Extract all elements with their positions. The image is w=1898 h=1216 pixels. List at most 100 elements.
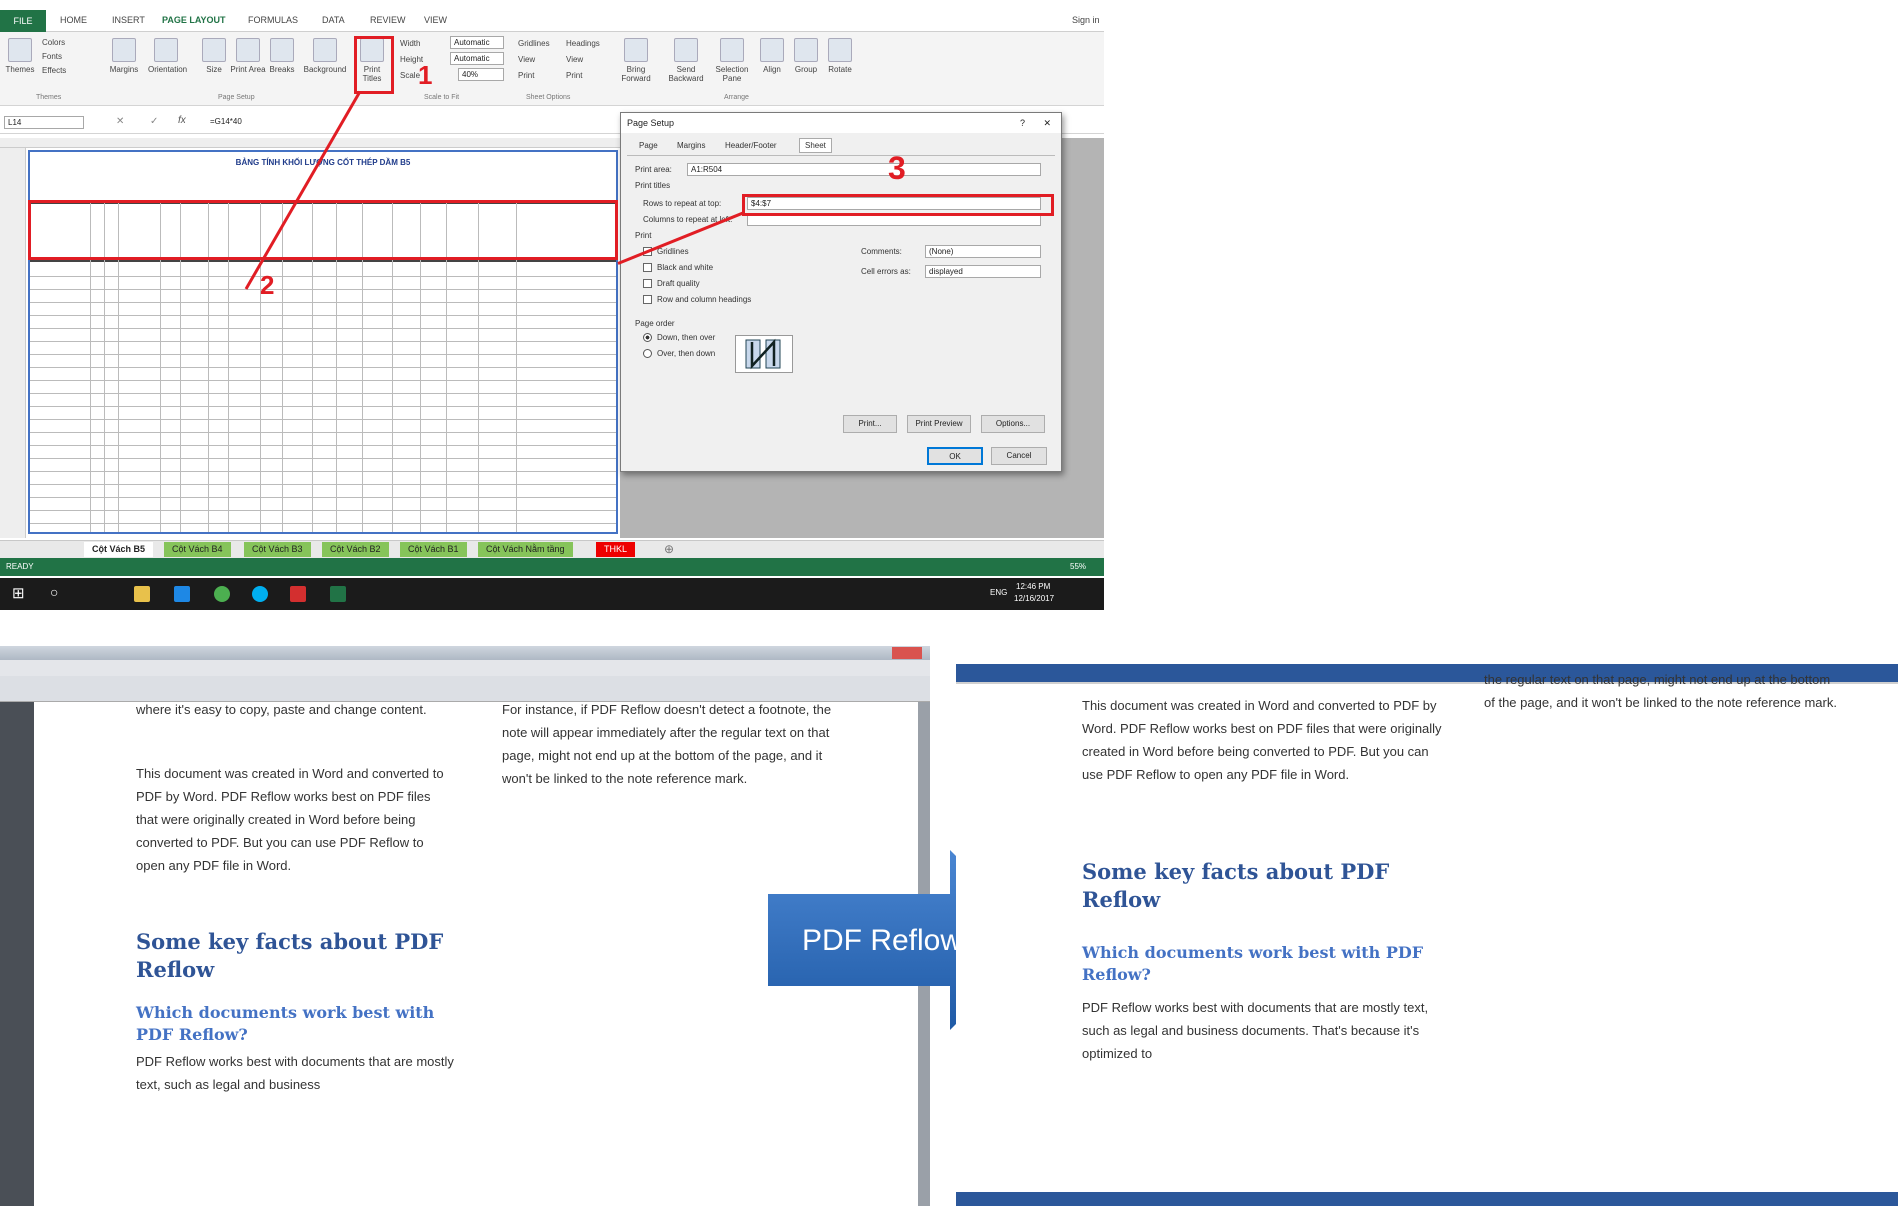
cancel-icon[interactable]: ✕ bbox=[116, 116, 124, 127]
store-icon[interactable] bbox=[174, 586, 190, 602]
scale-input[interactable]: 40% bbox=[458, 68, 504, 81]
reader-title-bar bbox=[0, 646, 930, 660]
excel-taskbar-icon[interactable] bbox=[330, 586, 346, 602]
reader-close-button[interactable] bbox=[892, 647, 922, 659]
tab-data[interactable]: DATA bbox=[322, 15, 345, 25]
acrobat-icon[interactable] bbox=[290, 586, 306, 602]
tab-divider bbox=[627, 155, 1055, 156]
margins-button[interactable]: Margins bbox=[106, 36, 142, 96]
dialog-title-bar: Page Setup ? ✕ bbox=[621, 113, 1061, 133]
tab-page-layout[interactable]: PAGE LAYOUT bbox=[162, 15, 226, 25]
size-icon bbox=[202, 38, 226, 62]
sheet-tab-5[interactable]: Cột Vách B1 bbox=[400, 542, 467, 557]
background-icon bbox=[313, 38, 337, 62]
headings-view-check[interactable]: View bbox=[566, 52, 600, 68]
windows-start-icon[interactable]: ⊞ bbox=[12, 584, 25, 602]
tab-formulas[interactable]: FORMULAS bbox=[248, 15, 298, 25]
print-area-label: Print area: bbox=[635, 165, 672, 174]
sheet-tabs-bar: Cột Vách B5 Cột Vách B4 Cột Vách B3 Cột … bbox=[0, 540, 1104, 558]
name-box[interactable]: L14 bbox=[4, 116, 84, 129]
tab-margins[interactable]: Margins bbox=[677, 141, 705, 150]
word-status-bar bbox=[956, 1192, 1898, 1206]
width-select[interactable]: Automatic bbox=[450, 36, 504, 49]
themes-button[interactable]: Themes bbox=[2, 36, 38, 96]
sign-in-link[interactable]: Sign in bbox=[1072, 15, 1100, 25]
row-col-headings-checkbox[interactable] bbox=[643, 295, 652, 304]
pdf-col1-paragraph: This document was created in Word and co… bbox=[136, 766, 444, 873]
colors-button[interactable]: Colors bbox=[42, 36, 66, 50]
selection-pane-button[interactable]: Selection Pane bbox=[714, 36, 750, 96]
fonts-button[interactable]: Fonts bbox=[42, 50, 66, 64]
sheet-tab-7[interactable]: THKL bbox=[596, 542, 636, 557]
sheet-tab-6[interactable]: Cột Vách Nằm tầng bbox=[478, 542, 573, 557]
align-button[interactable]: Align bbox=[754, 36, 790, 96]
formula-input[interactable]: =G14*40 bbox=[210, 117, 242, 126]
search-icon[interactable]: ○ bbox=[50, 584, 58, 600]
file-explorer-icon[interactable] bbox=[134, 586, 150, 602]
bring-forward-button[interactable]: Bring Forward bbox=[618, 36, 654, 96]
pdf-heading-1: Some key facts about PDF Reflow bbox=[136, 929, 444, 982]
add-sheet-icon[interactable]: ⊕ bbox=[664, 542, 674, 556]
help-button[interactable]: ? bbox=[1020, 113, 1025, 133]
page-order-preview-icon bbox=[735, 335, 793, 373]
comments-select[interactable]: (None) bbox=[925, 245, 1041, 258]
orientation-button[interactable]: Orientation bbox=[148, 36, 187, 96]
column-headers bbox=[0, 138, 620, 148]
width-label: Width bbox=[400, 39, 421, 48]
cell-errors-label: Cell errors as: bbox=[861, 267, 911, 276]
group-button[interactable]: Group bbox=[788, 36, 824, 96]
sheet-tab-4[interactable]: Cột Vách B2 bbox=[322, 542, 389, 557]
black-white-checkbox[interactable] bbox=[643, 263, 652, 272]
word-title-bar bbox=[956, 646, 1898, 664]
tab-page[interactable]: Page bbox=[639, 141, 658, 150]
excel-window: FILE HOME INSERT PAGE LAYOUT FORMULAS DA… bbox=[0, 0, 1104, 610]
options-button[interactable]: Options... bbox=[981, 415, 1045, 433]
effects-button[interactable]: Effects bbox=[42, 64, 66, 78]
group-label-scale: Scale to Fit bbox=[424, 94, 460, 101]
size-button[interactable]: Size bbox=[196, 36, 232, 96]
breaks-icon bbox=[270, 38, 294, 62]
gridlines-print-check[interactable]: Print bbox=[518, 68, 550, 84]
breaks-button[interactable]: Breaks bbox=[264, 36, 300, 96]
close-button[interactable]: ✕ bbox=[1043, 113, 1051, 133]
annotation-3: 3 bbox=[888, 150, 906, 186]
send-backward-button[interactable]: Send Backward bbox=[668, 36, 704, 96]
tab-sheet[interactable]: Sheet bbox=[799, 138, 832, 153]
headings-label: Headings bbox=[566, 39, 600, 48]
zoom-level[interactable]: 55% bbox=[1070, 558, 1086, 576]
bring-forward-icon bbox=[624, 38, 648, 62]
cancel-button[interactable]: Cancel bbox=[991, 447, 1047, 465]
sheet-tab-2[interactable]: Cột Vách B4 bbox=[164, 542, 231, 557]
headings-options: Headings View Print bbox=[566, 36, 600, 84]
gridlines-view-check[interactable]: View bbox=[518, 52, 550, 68]
sheet-tab-1[interactable]: Cột Vách B5 bbox=[84, 542, 154, 557]
print-area-input[interactable]: A1:R504 bbox=[687, 163, 1041, 176]
enter-icon[interactable]: ✓ bbox=[150, 116, 158, 127]
chrome-icon[interactable] bbox=[214, 586, 230, 602]
over-then-down-radio[interactable] bbox=[643, 349, 652, 358]
ok-button[interactable]: OK bbox=[927, 447, 983, 465]
rotate-button[interactable]: Rotate bbox=[822, 36, 858, 96]
cell-errors-select[interactable]: displayed bbox=[925, 265, 1041, 278]
tab-file[interactable]: FILE bbox=[0, 10, 46, 32]
tab-home[interactable]: HOME bbox=[60, 15, 87, 25]
print-preview-button[interactable]: Print Preview bbox=[907, 415, 971, 433]
tab-review[interactable]: REVIEW bbox=[370, 15, 406, 25]
language-indicator[interactable]: ENG bbox=[990, 588, 1007, 597]
group-label-arrange: Arrange bbox=[724, 94, 749, 101]
background-button[interactable]: Background bbox=[302, 36, 348, 96]
height-select[interactable]: Automatic bbox=[450, 52, 504, 65]
sheet-tab-3[interactable]: Cột Vách B3 bbox=[244, 542, 311, 557]
down-then-over-radio[interactable] bbox=[643, 333, 652, 342]
pdf-paragraph-2: PDF Reflow works best with documents tha… bbox=[136, 1054, 454, 1092]
draft-quality-checkbox[interactable] bbox=[643, 279, 652, 288]
skype-icon[interactable] bbox=[252, 586, 268, 602]
group-icon bbox=[794, 38, 818, 62]
tab-insert[interactable]: INSERT bbox=[112, 15, 145, 25]
print-button[interactable]: Print... bbox=[843, 415, 897, 433]
function-icon[interactable]: fx bbox=[178, 115, 186, 126]
tab-view[interactable]: VIEW bbox=[424, 15, 447, 25]
tab-header-footer[interactable]: Header/Footer bbox=[725, 141, 777, 150]
print-area-button[interactable]: Print Area bbox=[230, 36, 266, 96]
headings-print-check[interactable]: Print bbox=[566, 68, 600, 84]
